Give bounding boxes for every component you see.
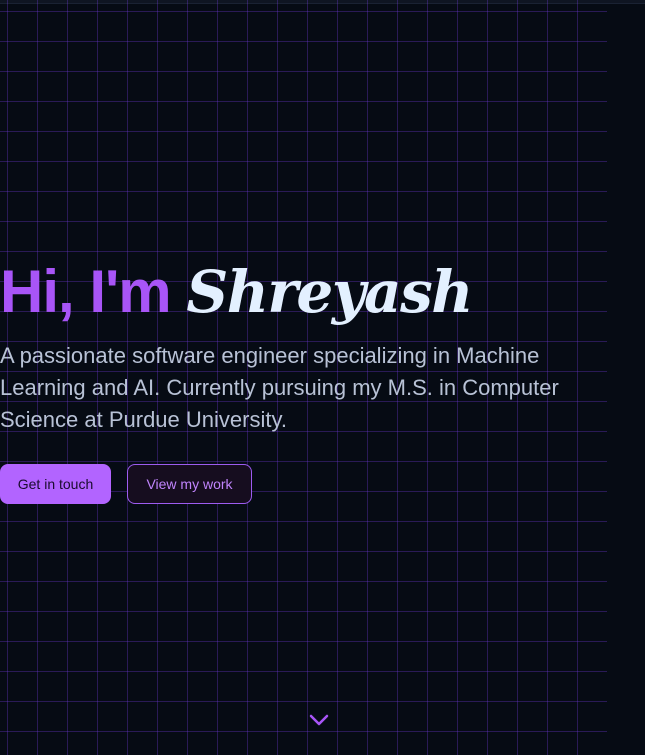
scroll-down-button[interactable] <box>309 712 329 728</box>
hero-greeting: Hi, I'm <box>0 258 172 325</box>
view-my-work-button[interactable]: View my work <box>127 464 252 504</box>
hero-tagline: A passionate software engineer specializ… <box>0 343 559 432</box>
hero-actions: Get in touch View my work <box>0 464 252 504</box>
hero-name: Shreyash <box>186 258 473 326</box>
get-in-touch-button[interactable]: Get in touch <box>0 464 111 504</box>
chevron-down-icon <box>309 714 329 726</box>
hero-section: Hi, I'm Shreyash A passionate software e… <box>0 250 600 436</box>
page: Hi, I'm Shreyash A passionate software e… <box>0 0 645 755</box>
hero-heading: Hi, I'm Shreyash <box>0 250 600 334</box>
